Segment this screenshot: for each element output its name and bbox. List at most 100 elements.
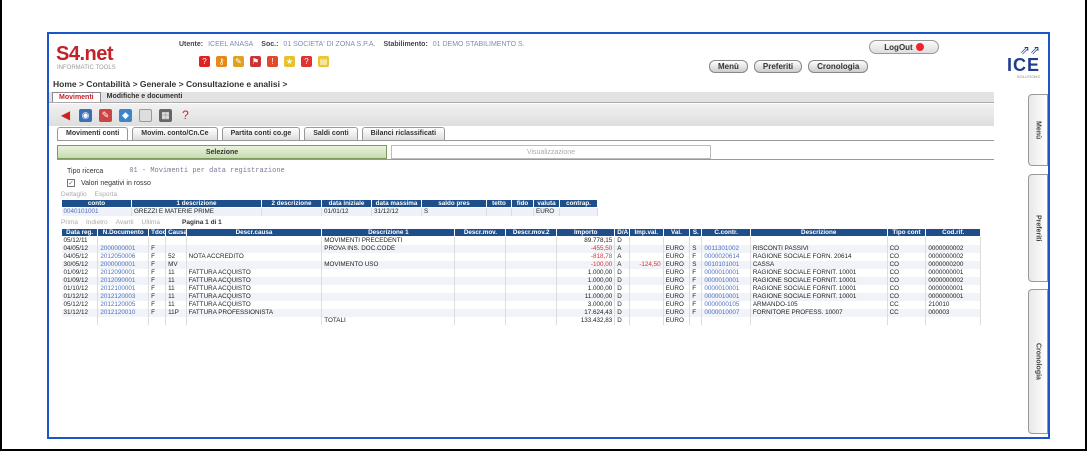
table-cell	[454, 300, 507, 309]
detail-link[interactable]: Dettaglio	[61, 191, 87, 198]
movements-col-header[interactable]: S.	[689, 228, 703, 237]
tab-bilanci-riclassificati[interactable]: Bilanci riclassificati	[361, 127, 446, 140]
table-cell: EURO	[663, 276, 691, 285]
next-page-link[interactable]: Avanti	[116, 219, 134, 226]
help-icon[interactable]: ?	[199, 56, 210, 67]
movements-col-header[interactable]: Imp.val.	[628, 228, 664, 237]
menu-button[interactable]: Menù	[709, 60, 748, 73]
table-cell[interactable]: 0000000105	[701, 300, 751, 309]
table-row[interactable]: 01/09/12 2012090001 F 11 FATTURA ACQUISTO 1.0…	[61, 268, 981, 277]
tab-movimenti[interactable]: Movimenti	[52, 92, 101, 102]
tab-modifiche-documenti[interactable]: Modifiche e documenti	[101, 92, 189, 102]
negative-red-checkbox[interactable]: ✓	[67, 179, 75, 187]
movements-col-header[interactable]: Descr.mov.	[454, 228, 507, 237]
alert-icon[interactable]: !	[267, 56, 278, 67]
table-row[interactable]: 01/09/12 2012090001 F 11 FATTURA ACQUISTO 1.0…	[61, 276, 981, 285]
table-cell[interactable]: 2012050006	[97, 252, 150, 261]
export-link[interactable]: Esporta	[95, 191, 117, 198]
table-row[interactable]: 04/05/12 2012050006 F 52 NOTA ACCREDITO -818,…	[61, 252, 981, 261]
movements-col-header[interactable]: Causa	[165, 228, 187, 237]
table-row[interactable]: 05/12/12 2012120005 F 11 FATTURA ACQUISTO 3.0…	[61, 300, 981, 309]
prev-page-link[interactable]: Indietro	[86, 219, 108, 226]
print-icon[interactable]: ▦	[159, 108, 172, 122]
account-row[interactable]: 0040101001 GREZZI E MATERIE PRIME 01/01/…	[61, 207, 598, 216]
eraser-icon[interactable]: ◆	[119, 108, 132, 122]
star-icon[interactable]: ★	[284, 56, 295, 67]
movements-col-header[interactable]: Descrizione	[749, 228, 888, 237]
tab-movim-conto-cnce[interactable]: Movim. conto/Cn.Ce	[132, 127, 218, 140]
logout-button[interactable]: LogOut	[869, 40, 939, 54]
table-cell[interactable]	[97, 236, 150, 245]
first-page-link[interactable]: Prima	[61, 219, 78, 226]
table-cell[interactable]: 0000010001	[701, 284, 751, 293]
movements-col-header[interactable]: Descr.causa	[185, 228, 323, 237]
side-tab-history[interactable]: Cronologia	[1028, 289, 1048, 434]
edit-icon[interactable]: ✎	[99, 108, 112, 122]
table-cell[interactable]: 2012120010	[97, 308, 150, 317]
table-row[interactable]: 30/05/12 2000000001 F MV MOVIMENTO USO -100,0…	[61, 260, 981, 269]
tab-visualizzazione[interactable]: Visualizzazione	[391, 145, 711, 159]
table-row[interactable]: 31/12/12 2012120010 F 11P FATTURA PROFESSION…	[61, 308, 981, 317]
tab-partita-conti[interactable]: Partita conti co.ge	[221, 127, 301, 140]
folder-icon[interactable]: ▤	[318, 56, 329, 67]
movements-col-header[interactable]: Descrizione 1	[321, 228, 456, 237]
key-icon[interactable]: ⚷	[216, 56, 227, 67]
table-cell[interactable]: 0010101001	[701, 260, 751, 269]
search-type-value[interactable]: 01 - Movimenti per data registrazione	[129, 167, 284, 175]
table-cell[interactable]	[701, 316, 751, 325]
question-icon[interactable]: ?	[301, 56, 312, 67]
tab-saldi-conti[interactable]: Saldi conti	[304, 127, 358, 140]
movements-col-header[interactable]: Importo	[556, 228, 616, 237]
table-cell	[454, 316, 507, 325]
table-cell: 11P	[165, 308, 187, 317]
table-cell[interactable]: 2000000001	[97, 260, 150, 269]
globe-icon[interactable]: ◉	[79, 108, 92, 122]
table-cell[interactable]: 0000010001	[701, 268, 751, 277]
table-cell[interactable]: 2000000001	[97, 244, 150, 253]
table-row[interactable]: TOTALI 133.432,83 D EURO	[61, 316, 981, 325]
tab-selezione[interactable]: Selezione	[57, 145, 387, 159]
table-row[interactable]: 01/12/12 2012120003 F 11 FATTURA ACQUISTO 11.…	[61, 292, 981, 301]
table-row[interactable]: 01/10/12 2012100001 F 11 FATTURA ACQUISTO 1.0…	[61, 284, 981, 293]
tools-icon[interactable]: ✎	[233, 56, 244, 67]
table-cell[interactable]: 0000010007	[701, 308, 751, 317]
table-cell[interactable]: 2012090001	[97, 268, 150, 277]
back-arrow-icon[interactable]: ◀	[59, 108, 72, 122]
favorites-button[interactable]: Preferiti	[753, 60, 803, 73]
table-cell[interactable]: 0011301002	[701, 244, 751, 253]
movements-col-header[interactable]: D/A	[614, 228, 630, 237]
table-cell[interactable]: 2012120003	[97, 292, 150, 301]
table-cell: CC	[887, 300, 927, 309]
flag-icon[interactable]: ⚑	[250, 56, 261, 67]
history-button[interactable]: Cronologia	[808, 60, 869, 73]
table-cell[interactable]: 2012100001	[97, 284, 150, 293]
movements-col-header[interactable]: Data reg.	[60, 228, 99, 237]
brand-logo: ⇗⇗ ICE SOLUTIONS	[980, 44, 1040, 79]
movements-col-header[interactable]: Tdoc	[148, 228, 166, 237]
movements-col-header[interactable]: Descr.mov.2	[505, 228, 558, 237]
side-tab-favorites[interactable]: Preferiti	[1028, 174, 1048, 282]
table-cell: EURO	[663, 316, 691, 325]
side-tab-menu[interactable]: Menù	[1028, 94, 1048, 166]
table-row[interactable]: 05/12/11 MOVIMENTI PRECEDENTI 89.778,15 D	[61, 236, 981, 245]
table-row[interactable]: 04/05/12 2000000001 F PROVA INS. DOC.CODE -4…	[61, 244, 981, 253]
table-cell: 0000000001	[925, 284, 981, 293]
movements-col-header[interactable]: C.contr.	[701, 228, 751, 237]
movements-col-header[interactable]: Val.	[662, 228, 691, 237]
movements-col-header[interactable]: Tipo cont	[886, 228, 927, 237]
help-icon[interactable]: ?	[179, 108, 192, 122]
table-cell[interactable]: 2012120005	[97, 300, 150, 309]
table-cell[interactable]	[97, 316, 150, 325]
table-cell[interactable]: 0000010001	[701, 276, 751, 285]
table-cell[interactable]: 0000010001	[701, 292, 751, 301]
table-cell[interactable]	[701, 236, 751, 245]
last-page-link[interactable]: Ultima	[142, 219, 160, 226]
table-cell[interactable]: 2012090001	[97, 276, 150, 285]
tab-movimenti-conti[interactable]: Movimenti conti	[57, 127, 129, 140]
table-cell[interactable]: 0000020614	[701, 252, 751, 261]
cell[interactable]: 0040101001	[61, 207, 132, 216]
table-cell: EURO	[663, 244, 691, 253]
movements-col-header[interactable]: Cod.rif.	[925, 228, 981, 237]
blank-page-icon[interactable]	[139, 108, 152, 122]
movements-col-header[interactable]: N.Documento	[97, 228, 150, 237]
